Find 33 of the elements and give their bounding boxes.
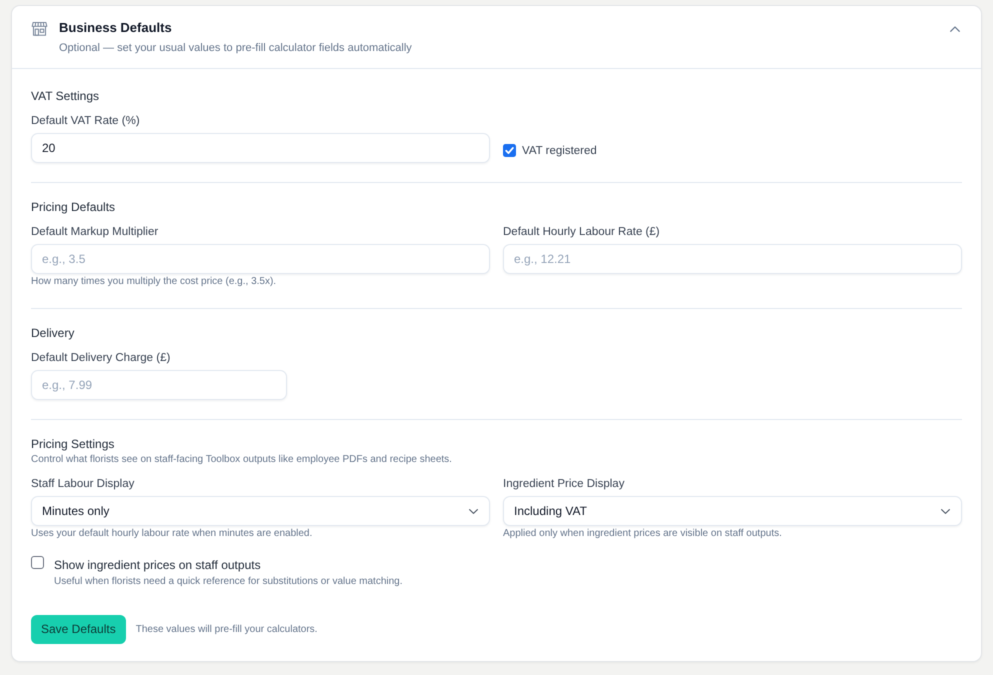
hint-text: How many times you multiply the cost price (e.g., 3.5x). xyxy=(31,275,276,289)
hint-text: Applied only when ingredient prices are visible on staff outputs. xyxy=(503,527,782,541)
field-label: Ingredient Price Display xyxy=(503,477,624,492)
input-field[interactable]: e.g., 3.5 xyxy=(31,244,490,274)
section-description: Control what florists see on staff-facing Toolbox outputs like employee PDFs and recipe sheets. xyxy=(31,453,453,467)
panel-subtitle: Optional — set your usual values to pre-fill calculator fields automatically xyxy=(59,41,413,56)
storefront-icon xyxy=(31,20,48,37)
input-field[interactable]: 20 xyxy=(31,133,490,163)
section-title: Pricing Defaults xyxy=(31,199,116,215)
checkbox[interactable] xyxy=(503,144,516,157)
save-button[interactable]: Save Defaults xyxy=(31,615,126,644)
select-field[interactable]: Including VAT xyxy=(503,496,962,526)
section-title: Delivery xyxy=(31,325,76,341)
panel-title: Business Defaults xyxy=(59,19,173,37)
chevron-down-icon xyxy=(469,508,478,514)
checkbox-label: Show ingredient prices on staff outputs xyxy=(54,557,262,573)
hint-text: Uses your default hourly labour rate when minutes are enabled. xyxy=(31,527,312,541)
checkbox-label: VAT registered xyxy=(522,144,597,158)
field-label: Default Delivery Charge (£) xyxy=(31,351,170,366)
input-field[interactable]: e.g., 12.21 xyxy=(503,244,962,274)
checkbox[interactable] xyxy=(31,556,44,569)
field-label: Default VAT Rate (%) xyxy=(31,114,140,129)
field-label: Default Markup Multiplier xyxy=(31,225,158,240)
field-label: Staff Labour Display xyxy=(31,477,134,492)
chevron-down-icon xyxy=(941,508,950,514)
input-field[interactable]: e.g., 7.99 xyxy=(31,370,287,400)
field-label: Default Hourly Labour Rate (£) xyxy=(503,225,660,240)
chevron-up-icon[interactable] xyxy=(950,26,960,32)
option-description: Useful when florists need a quick reference for substitutions or value matching. xyxy=(54,575,404,589)
section-title: Pricing Settings xyxy=(31,436,116,452)
select-field[interactable]: Minutes only xyxy=(31,496,490,526)
helper-note: These values will pre-fill your calculators. xyxy=(136,622,318,636)
section-title: VAT Settings xyxy=(31,88,100,104)
